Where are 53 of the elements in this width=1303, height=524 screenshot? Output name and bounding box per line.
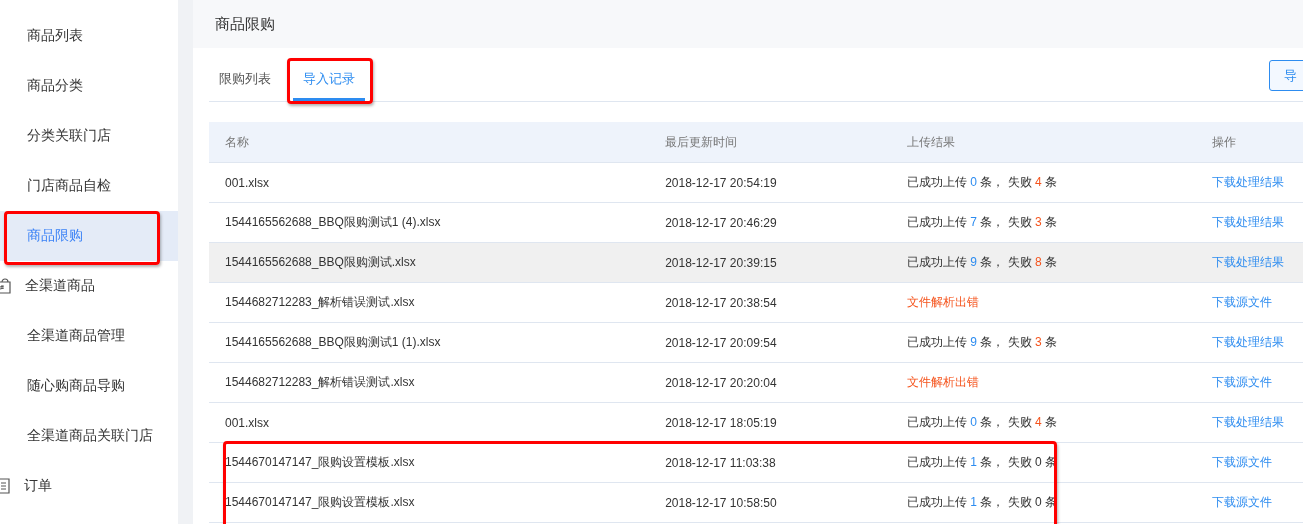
table-cell: 2018-12-17 18:05:19 — [649, 402, 891, 443]
table-cell: 1544670147147_限购设置模板.xlsx — [209, 442, 650, 483]
download-link[interactable]: 下载处理结果 — [1211, 335, 1284, 349]
download-link[interactable]: 下载源文件 — [1211, 375, 1272, 389]
bag-icon — [0, 278, 12, 294]
table-cell: 2018-12-17 20:20:04 — [649, 362, 891, 403]
download-link[interactable]: 下载处理结果 — [1211, 175, 1284, 189]
menu-group[interactable]: 订单 — [0, 461, 178, 511]
menu-item[interactable]: 全渠道商品关联门店 — [0, 411, 178, 461]
menu-item[interactable]: 商品列表 — [0, 11, 178, 61]
upload-result: 已成功上传 0 条， 失败 4 条 — [907, 415, 1058, 429]
menu-item[interactable]: 商品分类 — [0, 61, 178, 111]
table-cell: 2018-12-17 20:39:15 — [649, 242, 891, 283]
menu-item[interactable]: 全渠道商品管理 — [0, 311, 178, 361]
download-link[interactable]: 下载处理结果 — [1211, 415, 1284, 429]
error-text: 文件解析出错 — [907, 375, 979, 389]
upload-result: 已成功上传 7 条， 失败 3 条 — [907, 215, 1058, 229]
download-link[interactable]: 下载源文件 — [1211, 455, 1272, 469]
error-text: 文件解析出错 — [907, 295, 979, 309]
table-cell: 2018-12-17 20:38:54 — [649, 282, 891, 323]
column-header: 上传结果 — [891, 122, 1196, 163]
table-cell: 001.xlsx — [209, 402, 650, 443]
tab[interactable]: 限购列表 — [209, 70, 281, 101]
table-cell: 1544165562688_BBQ限购测试1 (1).xlsx — [209, 322, 650, 363]
table-cell: 2018-12-17 20:46:29 — [649, 202, 891, 243]
upload-result: 已成功上传 9 条， 失败 8 条 — [907, 255, 1058, 269]
document-icon — [0, 478, 11, 494]
download-link[interactable]: 下载处理结果 — [1211, 215, 1284, 229]
table-cell: 2018-12-17 20:09:54 — [649, 322, 891, 363]
table-cell: 001.xlsx — [209, 162, 650, 203]
download-link[interactable]: 下载源文件 — [1211, 495, 1272, 509]
upload-result: 已成功上传 9 条， 失败 3 条 — [907, 335, 1058, 349]
menu-group[interactable]: 全渠道商品 — [0, 261, 178, 311]
upload-result: 已成功上传 0 条， 失败 4 条 — [907, 175, 1058, 189]
table-cell: 1544165562688_BBQ限购测试.xlsx — [209, 242, 650, 283]
table-cell: 1544165562688_BBQ限购测试1 (4).xlsx — [209, 202, 650, 243]
table-cell: 1544682712283_解析错误测试.xlsx — [209, 282, 650, 323]
menu-item[interactable]: 门店商品自检 — [0, 161, 178, 211]
download-link[interactable]: 下载源文件 — [1211, 295, 1272, 309]
menu-item[interactable]: 商品限购 — [0, 211, 178, 261]
table-cell: 2018-12-17 11:03:38 — [649, 442, 891, 483]
menu-item[interactable]: 分类关联门店 — [0, 111, 178, 161]
column-header: 操作 — [1195, 122, 1303, 163]
column-header: 最后更新时间 — [649, 122, 891, 163]
import-button[interactable]: 导 — [1269, 60, 1303, 91]
column-header: 名称 — [209, 122, 650, 163]
tab[interactable]: 导入记录 — [293, 70, 365, 101]
table-cell: 2018-12-17 20:54:19 — [649, 162, 891, 203]
table-cell: 1544682712283_解析错误测试.xlsx — [209, 362, 650, 403]
table-cell: 2018-12-17 10:58:50 — [649, 482, 891, 523]
page-title: 商品限购 — [193, 0, 1303, 48]
table-cell: 1544670147147_限购设置模板.xlsx — [209, 482, 650, 523]
menu-item[interactable]: 随心购商品导购 — [0, 361, 178, 411]
